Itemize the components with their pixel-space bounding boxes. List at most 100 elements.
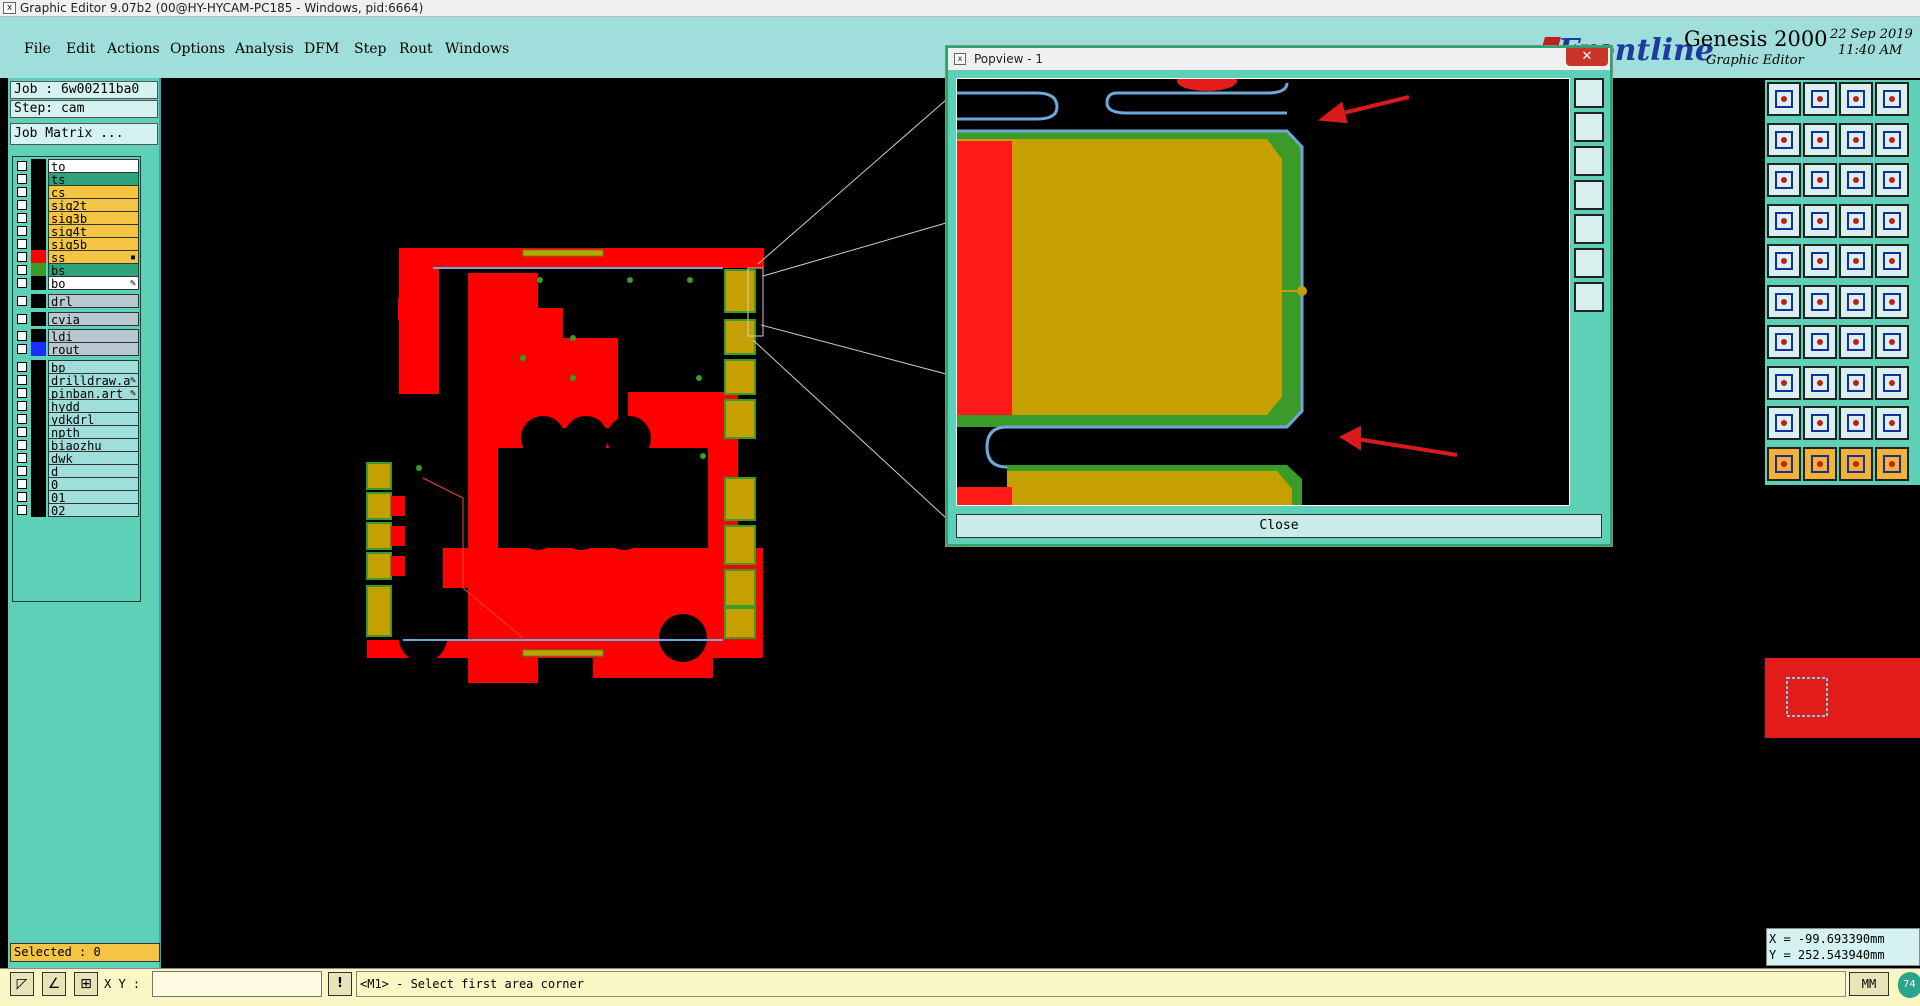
stretch-icon[interactable] [1875, 284, 1909, 319]
layer-name[interactable]: npth [48, 425, 139, 439]
layer-checkbox[interactable] [17, 414, 27, 424]
layer-checkbox[interactable] [17, 200, 27, 210]
mirror-icon[interactable] [1839, 122, 1873, 157]
layer-color-swatch[interactable] [31, 386, 46, 400]
layer-checkbox[interactable] [17, 388, 27, 398]
layer-row[interactable]: cvia [13, 312, 141, 327]
popview-close-button[interactable]: Close [956, 514, 1602, 538]
round-indicator[interactable]: 74 [1898, 972, 1920, 998]
job-matrix-button[interactable]: Job Matrix ... [10, 123, 158, 145]
layer-name[interactable]: 01 [48, 490, 139, 504]
move-down-icon[interactable] [1803, 82, 1837, 116]
layer-checkbox[interactable] [17, 440, 27, 450]
pad-icon[interactable] [1875, 244, 1909, 278]
overview-map[interactable] [1765, 658, 1920, 738]
text-icon[interactable] [1875, 325, 1909, 359]
layer-color-swatch[interactable] [31, 159, 46, 173]
layer-checkbox[interactable] [17, 479, 27, 489]
cross-icon[interactable] [1803, 284, 1837, 319]
group-icon[interactable] [1875, 365, 1909, 400]
trapezoid-icon[interactable] [1839, 406, 1873, 440]
layer-name[interactable]: drl [48, 294, 139, 308]
move-up-icon[interactable] [1767, 82, 1801, 116]
layer-color-swatch[interactable] [31, 263, 46, 277]
layer-checkbox[interactable] [17, 344, 27, 354]
layer-name[interactable]: 0 [48, 477, 139, 491]
layer-color-swatch[interactable] [31, 425, 46, 439]
rotate-icon[interactable] [1767, 365, 1801, 400]
layer-checkbox[interactable] [17, 187, 27, 197]
expand-icon[interactable] [1767, 163, 1801, 197]
popview-window[interactable]: x Popview - 1 ✕ Close [946, 46, 1612, 546]
layer-name[interactable]: dwk [48, 451, 139, 465]
scale-icon[interactable] [1839, 163, 1873, 197]
layer-color-swatch[interactable] [31, 451, 46, 465]
layer-color-swatch[interactable] [31, 276, 46, 290]
cursor-mark-icon[interactable] [1839, 446, 1873, 481]
layer-checkbox[interactable] [17, 252, 27, 262]
layer-name[interactable]: biaozhu [48, 438, 139, 452]
menu-edit[interactable]: Edit [66, 41, 95, 57]
menu-analysis[interactable]: Analysis [235, 41, 294, 57]
units-button[interactable]: MM [1849, 972, 1889, 996]
layer-color-swatch[interactable] [31, 224, 46, 238]
layer-checkbox[interactable] [17, 296, 27, 306]
menu-actions[interactable]: Actions [107, 41, 160, 57]
move-right-icon[interactable] [1803, 122, 1837, 157]
tool-box-icon[interactable] [1875, 122, 1909, 157]
popview-close-icon[interactable]: ✕ [1566, 48, 1608, 66]
layer-checkbox[interactable] [17, 161, 27, 171]
layer-name[interactable]: bp [48, 360, 139, 374]
layer-checkbox[interactable] [17, 401, 27, 411]
layer-checkbox[interactable] [17, 331, 27, 341]
layer-color-swatch[interactable] [31, 237, 46, 251]
layer-name[interactable]: ydkdrl [48, 412, 139, 426]
layer-checkbox[interactable] [17, 362, 27, 372]
net-graph-icon[interactable] [1839, 203, 1873, 238]
layer-name[interactable]: 02 [48, 503, 139, 517]
snap-mode-icon[interactable]: ◸ [10, 972, 34, 996]
layer-name[interactable]: ldi [48, 329, 139, 343]
layer-color-swatch[interactable] [31, 503, 46, 517]
layer-checkbox[interactable] [17, 375, 27, 385]
layer-checkbox[interactable] [17, 213, 27, 223]
layer-row[interactable]: 02 [13, 503, 141, 518]
net-graph-alt-icon[interactable] [1875, 203, 1909, 238]
layer-color-swatch[interactable] [31, 211, 46, 225]
layers-icon[interactable] [1875, 82, 1909, 116]
menu-rout[interactable]: Rout [399, 41, 433, 57]
layer-color-swatch[interactable] [31, 438, 46, 452]
corner-icon[interactable] [1803, 244, 1837, 278]
popview-center-icon[interactable] [1574, 282, 1604, 312]
select-all-icon[interactable] [1767, 244, 1801, 278]
cursor-alt-icon[interactable] [1803, 446, 1837, 481]
layer-color-swatch[interactable] [31, 373, 46, 387]
layer-color-swatch[interactable] [31, 198, 46, 212]
vias-icon[interactable] [1767, 284, 1801, 319]
menu-options[interactable]: Options [170, 41, 225, 57]
shape-icon[interactable] [1875, 406, 1909, 440]
layer-name[interactable]: hydd [48, 399, 139, 413]
crop-icon[interactable] [1839, 365, 1873, 400]
shrink-icon[interactable] [1803, 163, 1837, 197]
layer-checkbox[interactable] [17, 427, 27, 437]
layer-row[interactable]: bo ✎ [13, 276, 141, 291]
move-left-icon[interactable] [1767, 122, 1801, 157]
layer-checkbox[interactable] [17, 278, 27, 288]
layer-color-swatch[interactable] [31, 172, 46, 186]
layer-color-swatch[interactable] [31, 329, 46, 343]
draw-line-icon[interactable] [1839, 284, 1873, 319]
menu-dfm[interactable]: DFM [304, 41, 339, 57]
layer-name[interactable]: bs [48, 263, 139, 277]
layer-color-swatch[interactable] [31, 342, 46, 356]
layer-name[interactable]: sig2t [48, 198, 139, 212]
layer-name[interactable]: drilldraw.a ✎ [48, 373, 139, 387]
layer-color-swatch[interactable] [31, 312, 46, 326]
layer-color-swatch[interactable] [31, 490, 46, 504]
exclamation-button[interactable]: ! [328, 972, 352, 996]
layer-color-swatch[interactable] [31, 360, 46, 374]
popview-zoom-fit-icon[interactable] [1574, 78, 1604, 108]
layer-checkbox[interactable] [17, 314, 27, 324]
layer-checkbox[interactable] [17, 226, 27, 236]
layer-name[interactable]: ss ▪ [48, 250, 139, 264]
